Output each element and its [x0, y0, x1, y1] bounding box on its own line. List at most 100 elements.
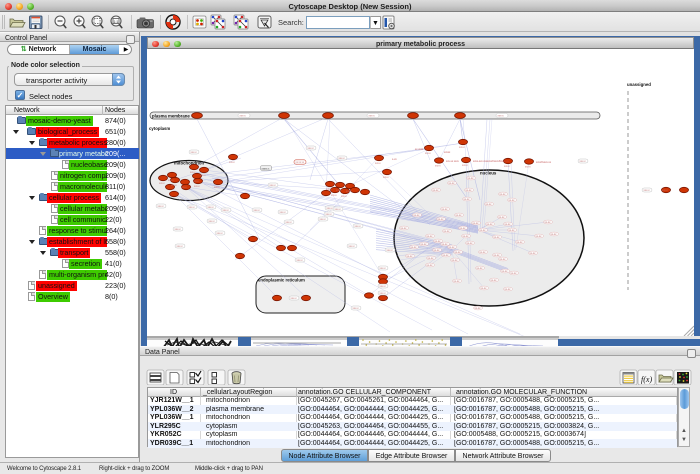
svg-text:xx-xx: xx-xx [468, 177, 475, 180]
svg-text:xx-xx: xx-xx [509, 229, 516, 232]
svg-text:xx-xx: xx-xx [438, 218, 445, 221]
svg-text:xxx-x: xxx-x [387, 249, 394, 252]
svg-text:xxx-x: xxx-x [240, 115, 247, 118]
svg-text:xxx-x: xxx-x [380, 292, 387, 295]
svg-text:xxx-x: xxx-x [280, 211, 287, 214]
svg-text:xxx-x: xxx-x [208, 206, 215, 209]
svg-text:xx-xx: xx-xx [407, 255, 414, 258]
svg-text:xxx-x: xxx-x [349, 245, 356, 248]
svg-text:xx-xx: xx-xx [456, 214, 463, 217]
svg-text:xx-xx: xx-xx [473, 222, 480, 225]
svg-text:xx-xx: xx-xx [467, 242, 474, 245]
svg-text:xx-xx: xx-xx [455, 251, 462, 254]
svg-text:xxx-x: xxx-x [191, 151, 198, 154]
svg-text:xxx-x: xxx-x [181, 186, 187, 189]
svg-text:xx-xx: xx-xx [509, 199, 516, 202]
svg-text:xxx-x: xxx-x [214, 186, 220, 189]
svg-text:xx-xx: xx-xx [505, 288, 512, 291]
svg-text:xxx-x: xxx-x [159, 182, 165, 185]
svg-text:xxx-x: xxx-x [644, 189, 651, 192]
svg-text:xxx-x: xxx-x [375, 162, 381, 165]
svg-text:cytoplasm: cytoplasm [149, 126, 170, 131]
svg-text:xx-xx: xx-xx [463, 235, 470, 238]
svg-text:xx-xx: xx-xx [449, 246, 456, 249]
svg-text:xx-xx: xx-xx [475, 307, 482, 310]
svg-text:xx-xx: xx-xx [442, 208, 449, 211]
svg-text:plasma membrane: plasma membrane [152, 114, 190, 119]
svg-text:xx-xx: xx-xx [487, 223, 494, 226]
svg-text:xxx-x: xxx-x [193, 180, 199, 183]
svg-text:xxx-x: xxx-x [270, 184, 277, 187]
svg-text:xxx-x: xxx-x [158, 205, 165, 208]
svg-text:f(x): f(x) [641, 375, 652, 384]
svg-text:unassigned: unassigned [627, 82, 651, 87]
svg-text:xx xxxx: xx xxxx [415, 148, 424, 151]
svg-text:xx-xx: xx-xx [434, 249, 441, 252]
svg-text:xxx-x: xxx-x [383, 176, 389, 179]
svg-text:xx-xx: xx-xx [502, 270, 509, 273]
svg-text:xxx-x: xxx-x [336, 189, 342, 192]
svg-text:xxx-x: xxx-x [498, 115, 505, 118]
svg-text:xx-xx: xx-xx [480, 251, 487, 254]
svg-text:xx-xx: xx-xx [494, 254, 501, 257]
svg-text:xxx-x: xxx-x [326, 213, 333, 216]
svg-text:xxx-x: xxx-x [194, 185, 200, 188]
svg-text:xx-xx: xx-xx [427, 264, 434, 267]
svg-text:xx-xx: xx-xx [500, 258, 507, 261]
svg-text:xx-xx: xx-xx [499, 216, 506, 219]
svg-text:xxx-x: xxx-x [459, 146, 465, 149]
svg-text:xxx-x: xxx-x [308, 147, 315, 150]
svg-text:xxx-x: xxx-x [327, 207, 334, 210]
svg-text:xxx-x: xxx-x [355, 225, 362, 228]
svg-text:xxx-x: xxx-x [380, 285, 387, 288]
svg-text:xxx-x: xxx-x [331, 194, 337, 197]
svg-text:xx-xx: xx-xx [454, 280, 461, 283]
svg-text:xxx-x: xxx-x [217, 232, 224, 235]
svg-text:xx-xx: xx-xx [433, 189, 440, 192]
svg-text:xx-xx: xx-xx [481, 287, 488, 290]
svg-text:xx-xx: xx-xx [442, 243, 449, 246]
svg-text:xxx-x: xxx-x [341, 195, 347, 198]
svg-text:xx-xx: xx-xx [421, 243, 428, 246]
svg-text:xxx-x: xxx-x [168, 179, 174, 182]
svg-text:xxx-x: xxx-x [223, 209, 230, 212]
svg-text:xxx-x: xxx-x [320, 218, 327, 221]
svg-text:xxx-x: xxx-x [504, 165, 510, 168]
svg-text:1:1: 1:1 [114, 20, 119, 24]
svg-text:xxx-x: xxx-x [580, 160, 587, 163]
svg-text:xx-xx: xx-xx [505, 223, 512, 226]
svg-text:nucleus: nucleus [480, 171, 497, 176]
svg-text:xxx-x: xxx-x [346, 190, 352, 193]
svg-text:xxx-x: xxx-x [425, 152, 431, 155]
svg-text:xxx-x: xxx-x [380, 267, 387, 270]
svg-text:endoplasmic reticulum: endoplasmic reticulum [258, 278, 305, 283]
svg-text:xxx-x: xxx-x [200, 174, 206, 177]
svg-text:xx-xx: xx-xx [477, 267, 484, 270]
svg-text:xxx-x: xxx-x [254, 209, 261, 212]
svg-text:xxx-x: xxx-x [339, 157, 346, 160]
svg-text:xxxxx x: xxxxx x [262, 167, 271, 170]
svg-text:xx-xx: xx-xx [500, 193, 507, 196]
svg-text:xx-xx: xx-xx [449, 182, 456, 185]
svg-text:xx-xx: xx-xx [428, 257, 435, 260]
svg-text:xxx-x: xxx-x [171, 184, 177, 187]
svg-text:xxx-x: xxx-x [369, 115, 376, 118]
svg-text:xxx-x: xxx-x [435, 164, 441, 167]
svg-text:xxxxx: xxxxx [444, 151, 451, 154]
svg-text:xxx-x: xxx-x [189, 206, 196, 209]
svg-text:xx-xx: xx-xx [427, 235, 434, 238]
svg-text:xxx-x: xxx-x [662, 189, 668, 192]
svg-text:xxx-xx xxxx: xxx-xx xxxx [446, 160, 460, 163]
svg-text:xx-xx: xx-xx [466, 189, 473, 192]
svg-text:xx-xx: xx-xx [414, 214, 421, 217]
svg-text:xx-xx: xx-xx [460, 227, 467, 230]
svg-text:xx-xx: xx-xx [551, 233, 558, 236]
svg-text:xx-xx: xx-xx [411, 246, 418, 249]
svg-text:xxx-x: xxx-x [462, 164, 468, 167]
svg-text:xx-xx: xx-xx [401, 227, 408, 230]
svg-text:xxx-x: xxx-x [525, 165, 531, 168]
svg-text:xx-xx: xx-xx [435, 240, 442, 243]
svg-text:xxx-x: xxx-x [177, 245, 184, 248]
svg-text:xxx-x: xxx-x [286, 221, 293, 224]
svg-text:xx-xx: xx-xx [494, 236, 501, 239]
